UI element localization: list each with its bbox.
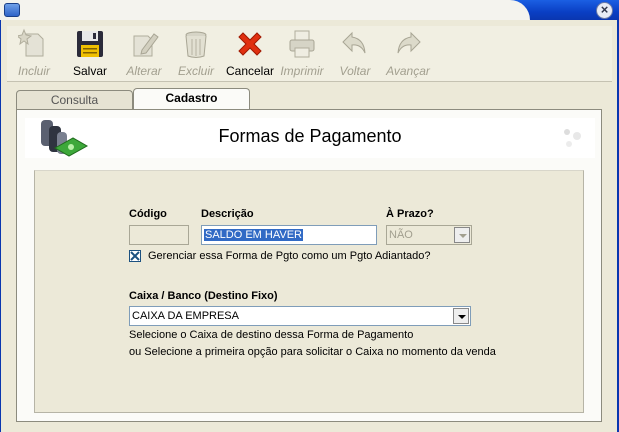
incluir-button[interactable]: Incluir	[11, 26, 57, 82]
decorative-dots-icon	[564, 129, 581, 147]
forward-arrow-icon	[397, 31, 421, 54]
cancelar-label: Cancelar	[225, 64, 275, 78]
voltar-button[interactable]: Voltar	[333, 26, 377, 82]
codigo-label: Código	[129, 208, 167, 220]
red-x-icon	[238, 32, 262, 56]
checkmark-icon	[130, 251, 140, 261]
codigo-field[interactable]	[129, 225, 189, 245]
imprimir-label: Imprimir	[280, 64, 324, 78]
aprazo-select[interactable]: NÃO	[386, 225, 472, 245]
caixa-value: CAIXA DA EMPRESA	[132, 310, 239, 322]
form-header: Formas de Pagamento	[25, 118, 595, 158]
close-button[interactable]: ×	[596, 2, 613, 19]
system-menu-icon[interactable]	[4, 3, 20, 17]
help-text-line1: Selecione o Caixa de destino dessa Forma…	[129, 329, 414, 341]
floppy-disk-icon	[77, 31, 103, 57]
new-document-icon	[18, 28, 44, 57]
page-title: Formas de Pagamento	[218, 126, 402, 146]
adiantado-checkbox[interactable]	[129, 250, 141, 262]
edit-document-icon	[133, 33, 159, 57]
form-group: Código Descrição SALDO EM HAVER À Prazo?…	[34, 170, 584, 413]
incluir-label: Incluir	[17, 64, 50, 78]
alterar-button[interactable]: Alterar	[121, 26, 167, 82]
salvar-button[interactable]: Salvar	[69, 26, 111, 82]
caixa-chevron-down-icon[interactable]	[453, 308, 469, 324]
window-body: Incluir Salvar Alterar Excluir Cancelar …	[0, 20, 619, 432]
printer-icon	[289, 30, 315, 58]
voltar-label: Voltar	[339, 64, 371, 78]
aprazo-value: NÃO	[389, 229, 413, 241]
tab-consulta[interactable]: Consulta	[16, 90, 133, 109]
descricao-selected-text: SALDO EM HAVER	[204, 229, 303, 241]
descricao-label: Descrição	[201, 208, 254, 220]
cancelar-button[interactable]: Cancelar	[225, 26, 275, 82]
imprimir-button[interactable]: Imprimir	[277, 26, 327, 82]
tab-cadastro[interactable]: Cadastro	[133, 88, 250, 110]
avancar-label: Avançar	[386, 64, 430, 78]
cadastro-panel: Formas de Pagamento Código Descrição SAL…	[16, 109, 602, 422]
caixa-label: Caixa / Banco (Destino Fixo)	[129, 290, 278, 302]
excluir-button[interactable]: Excluir	[173, 26, 219, 82]
toolbar: Incluir Salvar Alterar Excluir Cancelar …	[7, 26, 612, 82]
title-bar-caption-area	[0, 0, 530, 20]
descricao-field[interactable]: SALDO EM HAVER	[201, 225, 377, 245]
alterar-label: Alterar	[126, 64, 162, 78]
trash-can-icon	[185, 31, 207, 58]
salvar-label: Salvar	[72, 64, 107, 78]
back-arrow-icon	[342, 31, 366, 54]
caixa-select[interactable]: CAIXA DA EMPRESA	[129, 306, 471, 326]
adiantado-label: Gerenciar essa Forma de Pgto como um Pgt…	[148, 250, 431, 262]
avancar-button[interactable]: Avançar	[383, 26, 433, 82]
help-text-line2: ou Selecione a primeira opção para solic…	[129, 346, 496, 358]
aprazo-chevron-down-icon[interactable]	[454, 227, 470, 243]
aprazo-label: À Prazo?	[386, 208, 434, 220]
title-bar: ×	[0, 0, 619, 20]
excluir-label: Excluir	[177, 64, 214, 78]
